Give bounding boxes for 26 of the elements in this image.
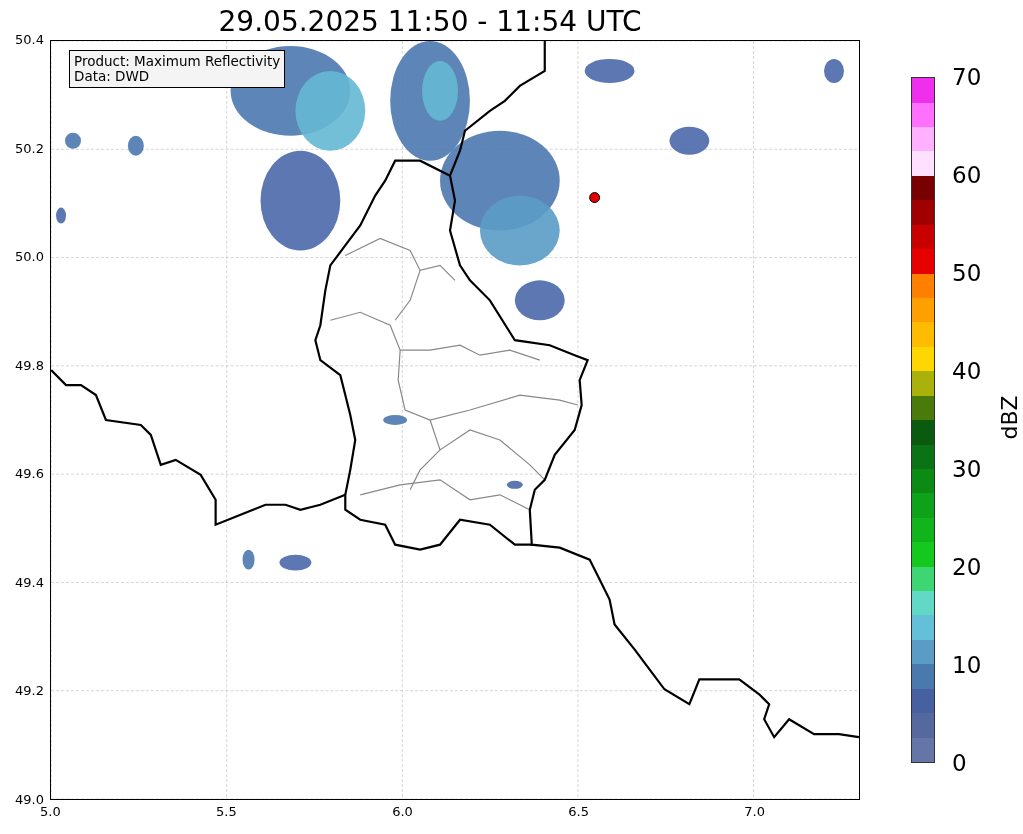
y-tick-label: 49.4 [15,574,44,590]
y-tick-label: 49.8 [15,357,44,373]
colorbar-label: dBZ [996,395,1022,440]
y-tick-label: 49.2 [15,683,44,699]
legend-text: Product: Maximum Reflectivity [74,54,281,69]
colorbar-tick-label: 50 [952,262,982,285]
y-tick-label: 50.2 [15,140,44,156]
colorbar-tick-label: 30 [952,458,982,481]
y-tick-label: 50.4 [15,32,44,47]
x-tick-label: 5.5 [216,804,237,819]
colorbar-tick-label: 60 [952,164,982,187]
x-tick-label: 6.5 [568,804,589,819]
y-tick-label: 49.0 [15,792,44,807]
colorbar-tick-label: 10 [952,654,982,677]
chart-title: 29.05.2025 11:50 - 11:54 UTC [218,8,642,40]
y-tick-label: 49.6 [15,466,44,482]
x-tick-label: 5.0 [40,804,61,819]
colorbar-tick-label: 40 [952,360,982,383]
x-tick-label: 6.0 [392,804,413,819]
location-marker-icon [589,192,601,204]
y-tick-label: 50.0 [15,249,44,265]
colorbar-tick-label: 20 [952,556,982,579]
colorbar-tick-label: 70 [952,66,982,89]
legend-text: Data: DWD [74,68,151,84]
x-tick-label: 7.0 [744,804,766,819]
colorbar-tick-label: 0 [952,752,967,775]
